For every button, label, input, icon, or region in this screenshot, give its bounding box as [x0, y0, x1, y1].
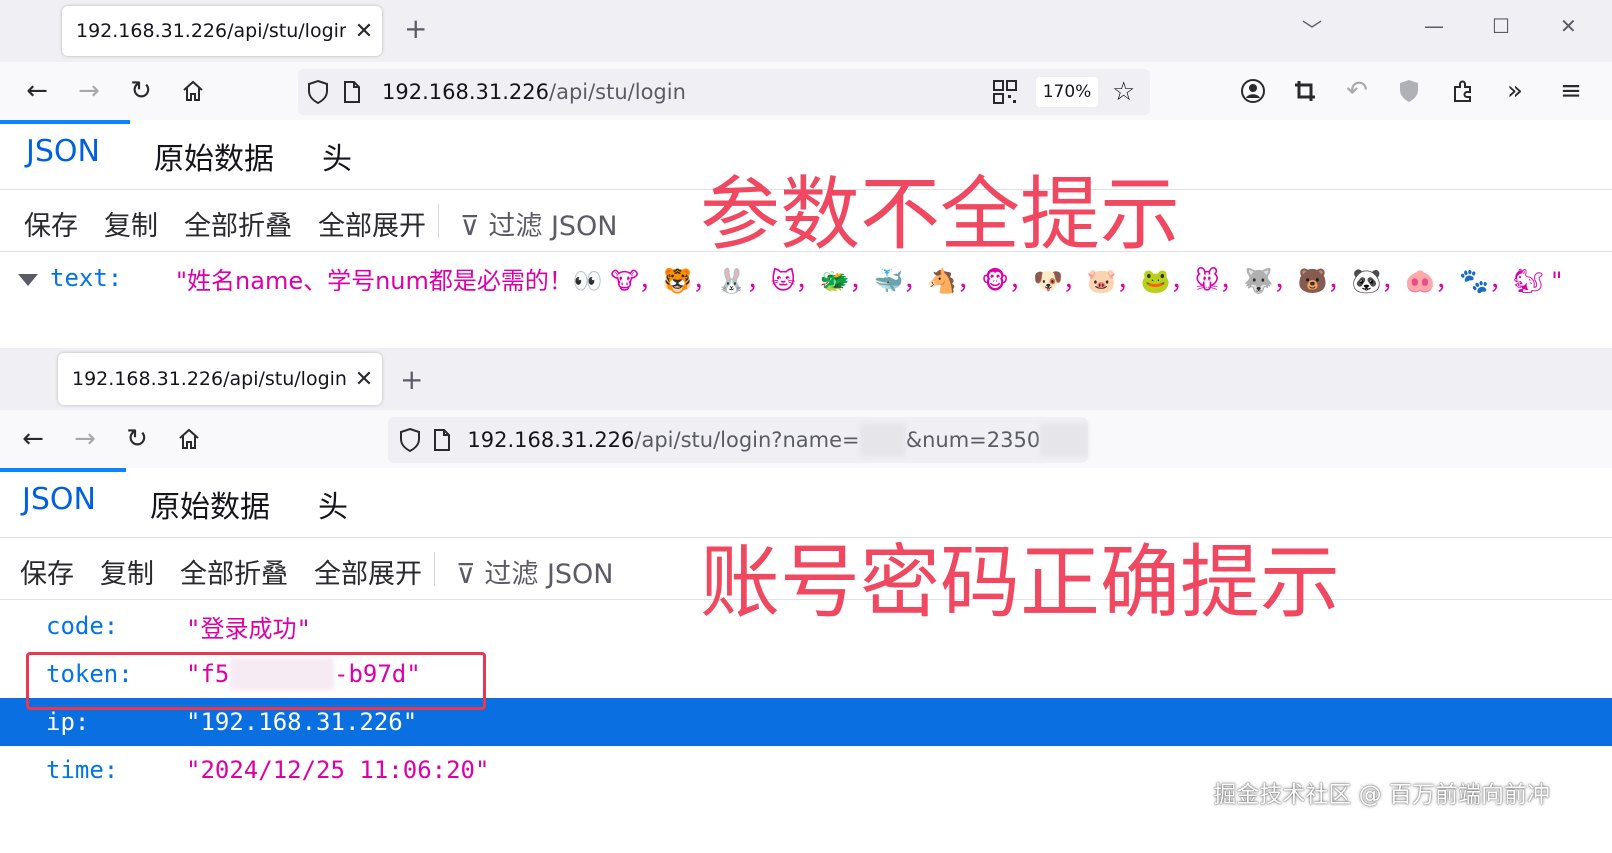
tab-strip: 192.168.31.226/api/stu/login?na ✕ +: [0, 348, 1612, 410]
url-bar[interactable]: 192.168.31.226 /api/stu/login?name= &num…: [388, 417, 1088, 463]
crop-icon[interactable]: [1288, 74, 1322, 108]
undo-icon[interactable]: ↶: [1340, 74, 1374, 108]
shield-icon[interactable]: [306, 79, 332, 105]
bookmark-star-icon[interactable]: ☆: [1112, 77, 1135, 107]
url-path-start: /api/stu/login?name=: [634, 428, 860, 452]
toolbar-divider: [438, 204, 439, 238]
tab-json[interactable]: JSON: [22, 482, 96, 517]
copy-button[interactable]: 复制: [104, 204, 158, 243]
new-tab-button[interactable]: +: [400, 363, 423, 396]
json-key: ip:: [46, 708, 90, 736]
url-path: /api/stu/login: [549, 80, 686, 104]
filter-icon: ⊽: [460, 211, 480, 242]
json-value: "登录成功": [186, 614, 311, 643]
watermark: 掘金技术社区 @ 百万前端向前冲: [1213, 782, 1550, 808]
copy-button[interactable]: 复制: [100, 552, 154, 591]
tab-title: 192.168.31.226/api/stu/login: [76, 20, 346, 42]
url-path-end: &num=2350: [905, 428, 1041, 452]
active-tab-indicator: [0, 468, 126, 472]
url-bar[interactable]: 192.168.31.226 /api/stu/login 170% ☆: [298, 69, 1150, 115]
extension-shield-icon[interactable]: [1392, 74, 1426, 108]
expand-all-button[interactable]: 全部展开: [318, 204, 426, 243]
collapse-twisty-icon[interactable]: [18, 274, 38, 286]
back-icon[interactable]: ←: [16, 422, 50, 456]
back-icon[interactable]: ←: [20, 74, 54, 108]
filter-json-input[interactable]: ⊽ 过滤 JSON: [460, 204, 618, 243]
minimize-icon[interactable]: —: [1424, 14, 1444, 38]
url-host: 192.168.31.226: [382, 80, 549, 104]
tab-headers[interactable]: 头: [318, 482, 348, 526]
forward-icon[interactable]: →: [68, 422, 102, 456]
filter-icon: ⊽: [456, 559, 476, 590]
filter-json-label: 过滤 JSON: [488, 211, 618, 242]
browser-window-top: 192.168.31.226/api/stu/login ✕ + ﹀ — ☐ ✕…: [0, 0, 1612, 348]
close-tab-icon[interactable]: ✕: [346, 367, 382, 392]
save-button[interactable]: 保存: [24, 204, 78, 243]
close-window-icon[interactable]: ✕: [1560, 14, 1577, 38]
tab-headers[interactable]: 头: [322, 134, 352, 178]
tab-raw-data[interactable]: 原始数据: [150, 482, 270, 526]
redacted-num: [1040, 423, 1088, 457]
collapse-all-button[interactable]: 全部折叠: [184, 204, 292, 243]
nav-bar: ← → ↻ 192.168.31.226 /api/stu/login 170%…: [0, 62, 1612, 120]
new-tab-button[interactable]: +: [404, 12, 427, 45]
qr-code-icon[interactable]: [992, 79, 1018, 110]
tab-json[interactable]: JSON: [26, 134, 100, 169]
list-tabs-icon[interactable]: ﹀: [1302, 14, 1322, 43]
account-icon[interactable]: [1236, 74, 1270, 108]
filter-json-label: 过滤 JSON: [484, 559, 614, 590]
home-icon[interactable]: [172, 422, 206, 456]
page-icon: [342, 80, 368, 104]
json-key: time:: [46, 756, 119, 784]
collapse-all-button[interactable]: 全部折叠: [180, 552, 288, 591]
annotation-login-success: 账号密码正确提示: [700, 536, 1340, 629]
token-highlight-box: [26, 652, 486, 710]
overflow-chevron-icon[interactable]: »: [1498, 74, 1532, 108]
redacted-name: [859, 423, 906, 457]
page-icon: [432, 428, 453, 452]
filter-json-input[interactable]: ⊽ 过滤 JSON: [456, 552, 614, 591]
shield-icon[interactable]: [398, 427, 422, 453]
expand-all-button[interactable]: 全部展开: [314, 552, 422, 591]
tab-strip: 192.168.31.226/api/stu/login ✕ + ﹀ — ☐ ✕: [0, 0, 1612, 62]
browser-tab[interactable]: 192.168.31.226/api/stu/login?na ✕: [58, 353, 382, 405]
annotation-incomplete-params: 参数不全提示: [700, 168, 1180, 261]
url-host: 192.168.31.226: [467, 428, 635, 452]
forward-icon[interactable]: →: [72, 74, 106, 108]
tab-title: 192.168.31.226/api/stu/login?na: [72, 368, 346, 390]
json-key: text:: [50, 264, 123, 292]
tab-raw-data[interactable]: 原始数据: [154, 134, 274, 178]
browser-tab[interactable]: 192.168.31.226/api/stu/login ✕: [62, 6, 382, 56]
toolbar-divider: [434, 552, 435, 586]
reload-icon[interactable]: ↻: [120, 422, 154, 456]
reload-icon[interactable]: ↻: [124, 74, 158, 108]
active-tab-indicator: [0, 120, 130, 124]
save-button[interactable]: 保存: [20, 552, 74, 591]
json-value: "192.168.31.226": [186, 708, 418, 736]
zoom-level[interactable]: 170%: [1036, 77, 1098, 107]
nav-bar: ← → ↻ 192.168.31.226 /api/stu/login?name…: [0, 410, 1612, 468]
json-key: code:: [46, 612, 119, 640]
close-tab-icon[interactable]: ✕: [346, 19, 382, 44]
home-icon[interactable]: [176, 74, 210, 108]
maximize-icon[interactable]: ☐: [1492, 14, 1510, 38]
json-value: "2024/12/25 11:06:20": [186, 756, 490, 784]
extensions-puzzle-icon[interactable]: [1446, 74, 1480, 108]
menu-icon[interactable]: ≡: [1554, 74, 1588, 108]
